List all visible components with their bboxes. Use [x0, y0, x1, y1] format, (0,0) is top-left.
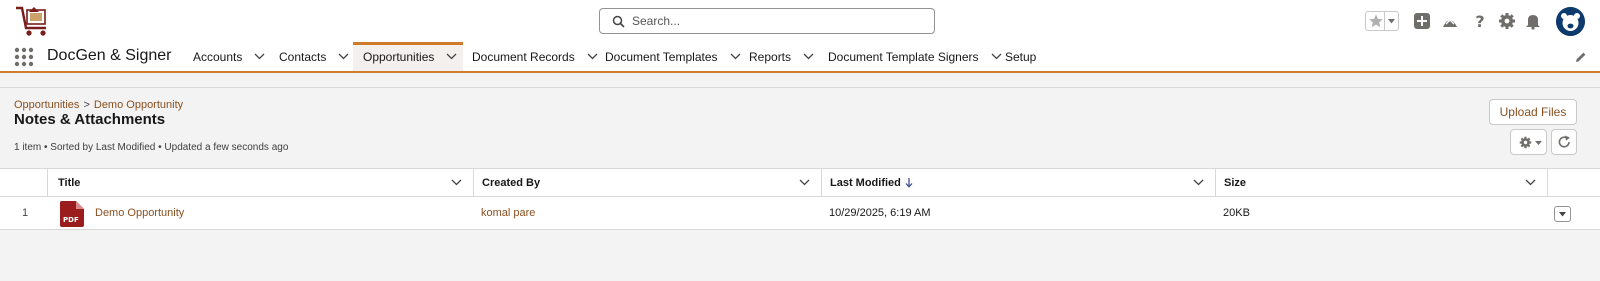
- table-row[interactable]: 1 PDF Demo Opportunity komal pare 10/29/…: [0, 197, 1600, 230]
- chevron-down-icon[interactable]: [587, 53, 598, 60]
- plus-icon[interactable]: [1413, 12, 1431, 30]
- nav-item-label: Opportunities: [363, 49, 435, 64]
- global-search[interactable]: [599, 8, 935, 34]
- nav-item-label: Reports: [749, 49, 792, 64]
- column-header-created-by[interactable]: Created By: [474, 169, 822, 196]
- pencil-icon[interactable]: [1575, 51, 1587, 63]
- notes-attachments-list: Opportunities > Demo Opportunity Notes & A…: [0, 87, 1600, 281]
- chevron-down-icon[interactable]: [799, 179, 810, 186]
- gear-icon[interactable]: [1498, 12, 1516, 30]
- search-icon: [612, 15, 625, 28]
- last-modified-value: 10/29/2025, 6:19 AM: [829, 207, 931, 219]
- nav-item-label: Document Template Signers: [828, 49, 979, 64]
- file-type-label: PDF: [63, 216, 79, 224]
- gear-icon: [1519, 136, 1532, 149]
- related-files-table: Title Created By Last Modified Size 1 PD…: [0, 168, 1600, 230]
- page-title: Notes & Attachments: [14, 111, 166, 128]
- navigation-bar: DocGen & Signer Accounts Contacts Opport…: [0, 42, 1600, 73]
- divider: [1384, 12, 1385, 30]
- list-settings-button[interactable]: [1510, 129, 1547, 155]
- chevron-down-icon[interactable]: [1193, 179, 1204, 186]
- refresh-button[interactable]: [1551, 129, 1577, 155]
- caret-down-icon[interactable]: [1387, 17, 1396, 25]
- global-header: ?: [0, 0, 1600, 42]
- column-header-last-modified[interactable]: Last Modified: [822, 169, 1216, 196]
- nav-item-setup[interactable]: Setup: [1005, 42, 1036, 71]
- breadcrumb-opportunities-link[interactable]: Opportunities: [14, 99, 79, 111]
- nav-item-label: Document Templates: [605, 49, 718, 64]
- nav-item-opportunities[interactable]: Opportunities: [353, 42, 463, 71]
- created-by-link[interactable]: komal pare: [481, 197, 535, 229]
- column-header-label: Size: [1224, 176, 1247, 189]
- app-name: DocGen & Signer: [47, 47, 172, 64]
- breadcrumb: Opportunities > Demo Opportunity: [14, 99, 183, 111]
- row-actions-button[interactable]: [1554, 206, 1571, 222]
- nav-item-document-records[interactable]: Document Records: [472, 42, 598, 71]
- pdf-file-icon: PDF: [60, 201, 84, 227]
- nav-item-label: Document Records: [472, 49, 575, 64]
- search-input[interactable]: [632, 12, 922, 30]
- column-header-title[interactable]: Title: [50, 169, 474, 196]
- upload-files-button[interactable]: Upload Files: [1489, 99, 1577, 125]
- table-header: Title Created By Last Modified Size: [0, 168, 1600, 197]
- chevron-down-icon[interactable]: [803, 53, 814, 60]
- nav-item-contacts[interactable]: Contacts: [279, 42, 349, 71]
- column-header-size[interactable]: Size: [1216, 169, 1548, 196]
- shopping-cart-logo[interactable]: [14, 4, 50, 38]
- avatar[interactable]: [1556, 7, 1585, 36]
- sort-descending-icon: [905, 177, 913, 188]
- nav-item-document-template-signers[interactable]: Document Template Signers: [828, 42, 1002, 71]
- column-header-label: Last Modified: [830, 176, 901, 189]
- star-icon: [1369, 14, 1383, 28]
- row-number: 1: [22, 207, 29, 219]
- avatar-image: [1556, 7, 1585, 36]
- column-header-label: Created By: [482, 176, 541, 189]
- bell-icon[interactable]: [1524, 12, 1542, 30]
- chevron-down-icon[interactable]: [338, 53, 349, 60]
- chevron-down-icon[interactable]: [1525, 179, 1536, 186]
- file-title-link[interactable]: Demo Opportunity: [95, 197, 184, 229]
- list-status-text: 1 item • Sorted by Last Modified • Updat…: [14, 142, 289, 153]
- caret-down-icon: [1559, 212, 1566, 217]
- size-value: 20KB: [1223, 207, 1250, 219]
- svg-text:?: ?: [1475, 12, 1484, 30]
- nav-item-document-templates[interactable]: Document Templates: [605, 42, 741, 71]
- nav-item-label: Contacts: [279, 49, 327, 64]
- nav-item-accounts[interactable]: Accounts: [193, 42, 265, 71]
- favorites-button[interactable]: [1365, 11, 1399, 31]
- nav-item-label: Accounts: [193, 49, 243, 64]
- trailhead-icon[interactable]: [1441, 12, 1459, 30]
- chevron-down-icon[interactable]: [446, 53, 457, 60]
- breadcrumb-separator: >: [83, 99, 90, 111]
- chevron-down-icon[interactable]: [254, 53, 265, 60]
- row-number-header: [0, 169, 48, 196]
- caret-down-icon: [1535, 141, 1542, 145]
- breadcrumb-record-link[interactable]: Demo Opportunity: [94, 99, 183, 111]
- chevron-down-icon[interactable]: [991, 53, 1002, 60]
- refresh-icon: [1558, 135, 1570, 148]
- help-icon[interactable]: ?: [1471, 12, 1489, 30]
- column-header-label: Title: [58, 176, 81, 189]
- chevron-down-icon[interactable]: [730, 53, 741, 60]
- nav-item-label: Setup: [1005, 49, 1037, 64]
- chevron-down-icon[interactable]: [451, 179, 462, 186]
- nav-item-reports[interactable]: Reports: [749, 42, 814, 71]
- app-launcher-icon[interactable]: [14, 47, 34, 67]
